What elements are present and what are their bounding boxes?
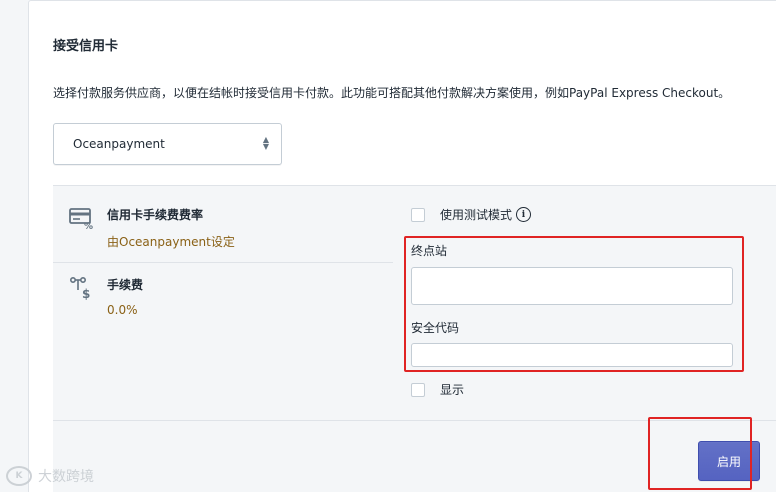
show-label: 显示 <box>440 383 465 397</box>
rate-row: % 信用卡手续费费率 由Oceanpayment设定 <box>69 206 235 250</box>
rate-value: 由Oceanpayment设定 <box>107 235 235 249</box>
svg-text:$: $ <box>82 287 90 300</box>
watermark: K 大数跨境 <box>6 466 94 486</box>
svg-text:%: % <box>84 222 93 230</box>
watermark-logo: K <box>6 466 32 486</box>
show-row: 显示 <box>411 381 464 398</box>
rate-title: 信用卡手续费费率 <box>107 208 204 222</box>
test-mode-label: 使用测试模式 <box>440 208 513 222</box>
test-mode-checkbox[interactable] <box>411 207 425 222</box>
provider-select-value: Oceanpayment <box>73 137 165 151</box>
credit-card-percent-icon: % <box>69 208 93 230</box>
show-checkbox[interactable] <box>411 382 425 397</box>
fee-title: 手续费 <box>107 278 144 292</box>
transaction-fee-icon: $ <box>69 276 90 300</box>
fees-divider <box>53 262 393 263</box>
credentials-highlight-box <box>404 236 744 372</box>
provider-select[interactable]: Oceanpayment ▲ ▼ <box>53 123 282 165</box>
info-circle-icon[interactable]: i <box>516 207 532 222</box>
select-chevron-icon: ▲ ▼ <box>262 135 269 151</box>
section-description: 选择付款服务供应商，以便在结帐时接受信用卡付款。此功能可搭配其他付款解决方案使用… <box>53 86 731 100</box>
enable-highlight-box <box>648 417 752 490</box>
watermark-text: 大数跨境 <box>38 469 94 485</box>
fee-value: 0.0% <box>107 303 138 317</box>
test-mode-row: 使用测试模式 i <box>411 206 532 223</box>
fee-row: $ 手续费 0.0% <box>69 276 143 317</box>
section-title: 接受信用卡 <box>53 39 119 54</box>
